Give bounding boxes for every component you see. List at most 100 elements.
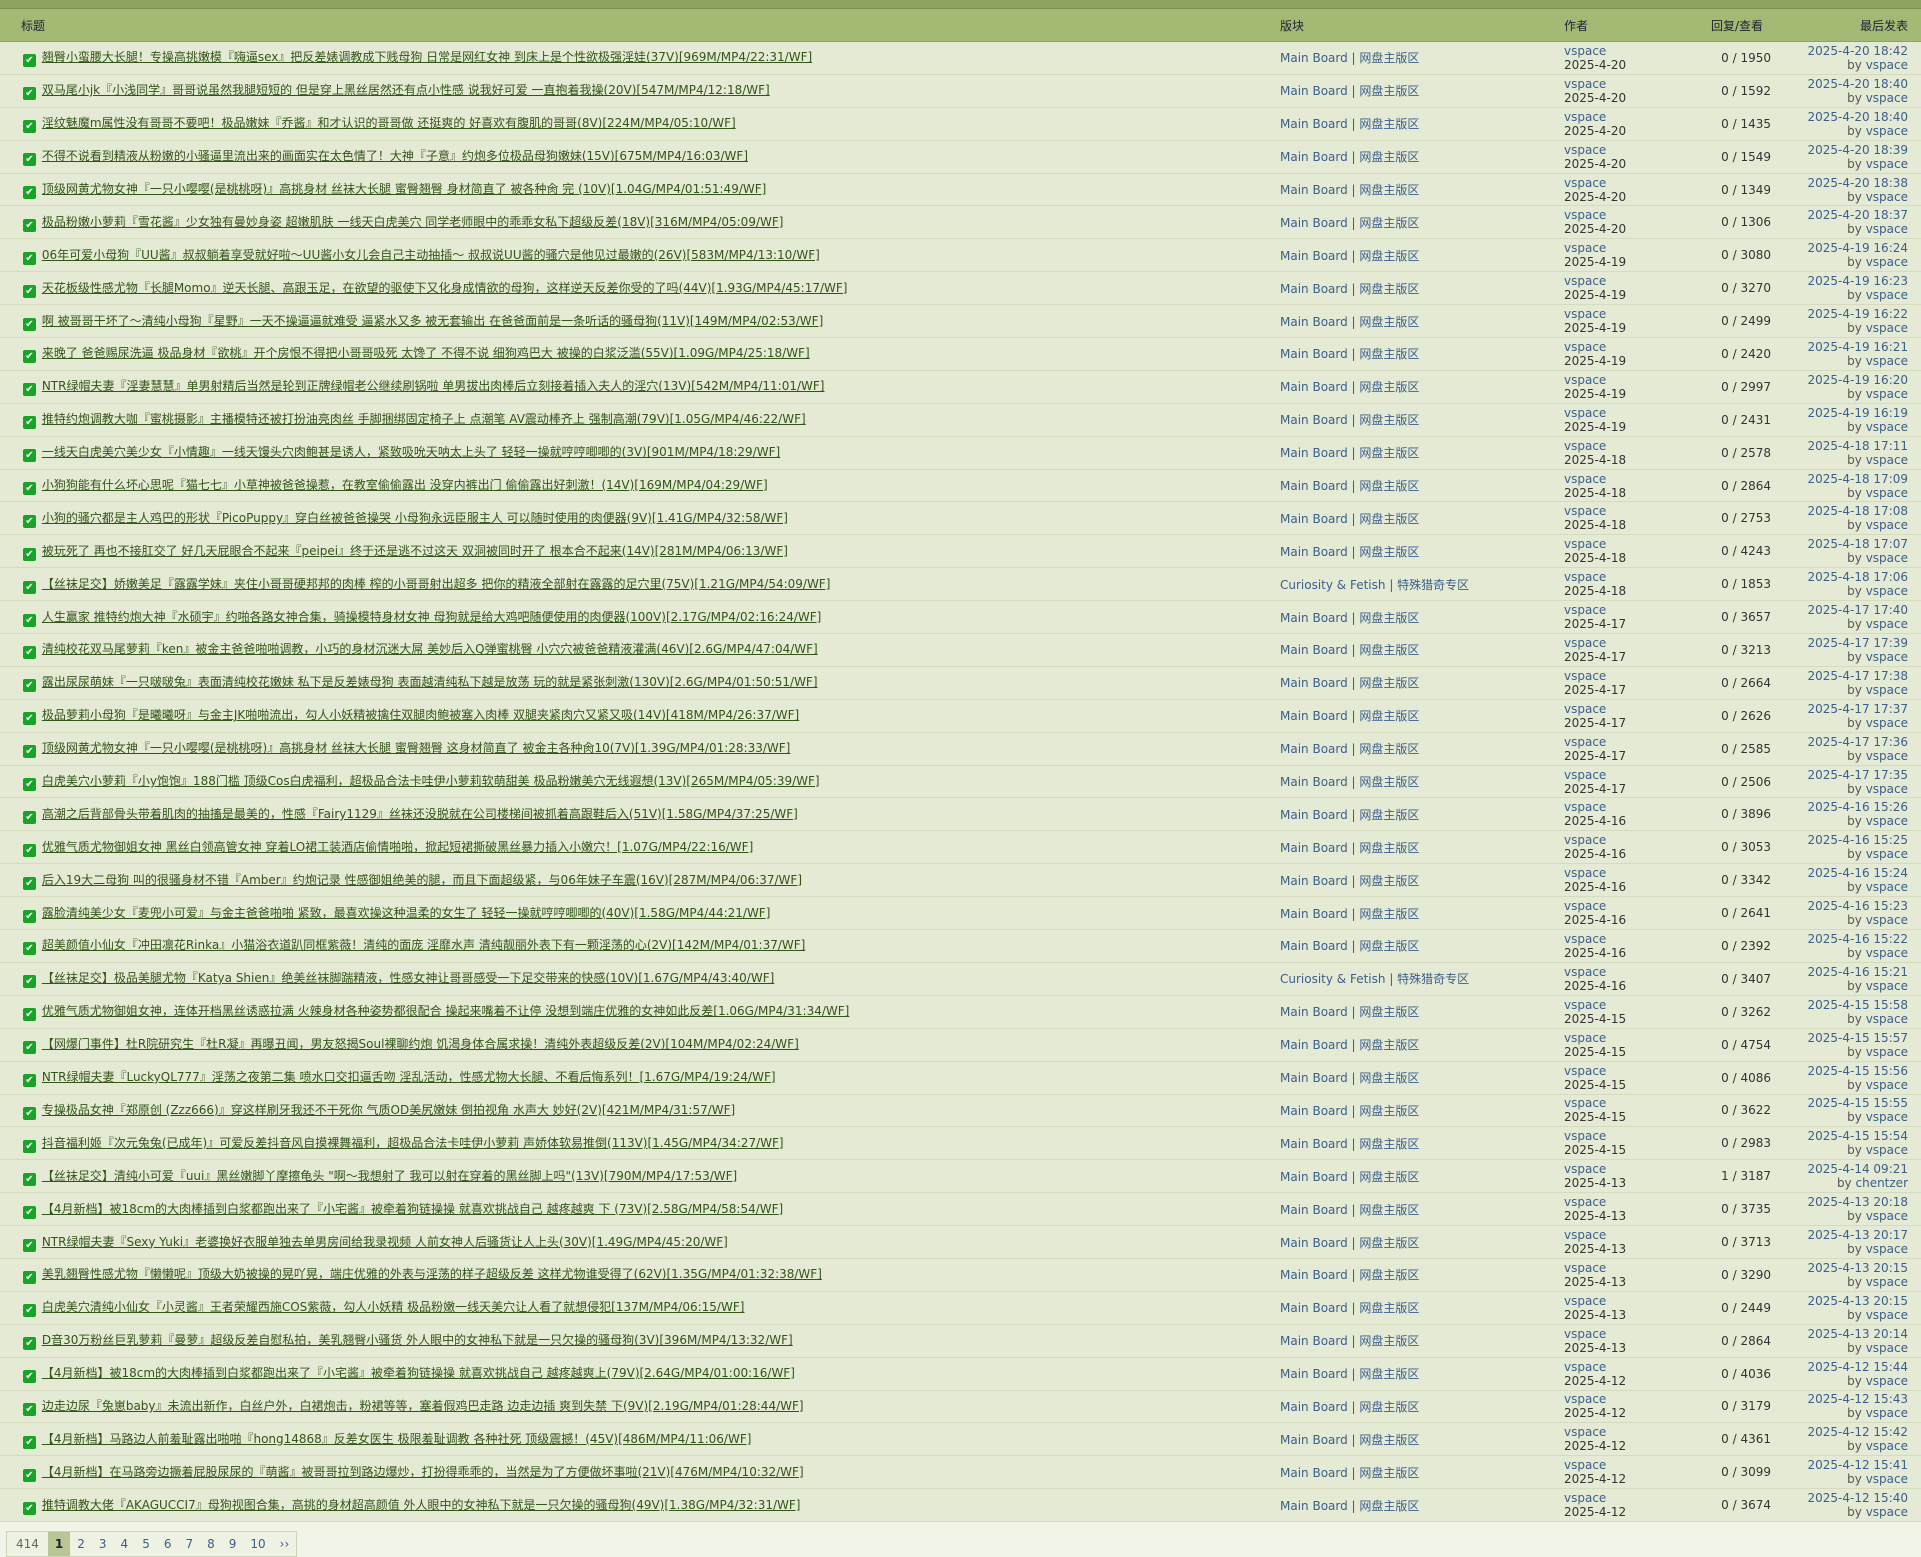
- last-post-time-link[interactable]: 2025-4-19 16:22: [1792, 307, 1909, 321]
- forum-link[interactable]: Main Board | 网盘主版区: [1277, 1455, 1562, 1490]
- author-link[interactable]: vspace: [1564, 110, 1682, 124]
- author-link[interactable]: vspace: [1564, 1162, 1682, 1176]
- last-post-user-link[interactable]: vspace: [1866, 782, 1908, 796]
- thread-title-link[interactable]: 【丝袜足交】娇嫩美足『露露学妹』夹住小哥哥硬邦邦的肉棒 榨的小哥哥射出超多 把你…: [42, 577, 831, 591]
- thread-title-link[interactable]: 专操极品女神『郑原创 (Zzz666)』穿这样刷牙我还不干死你 气质OD美尻嫩妹…: [42, 1103, 735, 1117]
- thread-title-link[interactable]: 【4月新档】被18cm的大肉棒插到白浆都跑出来了『小宅酱』被牵着狗链操操 就喜欢…: [42, 1366, 795, 1380]
- last-post-user-link[interactable]: vspace: [1866, 551, 1908, 565]
- forum-link[interactable]: Main Board | 网盘主版区: [1277, 107, 1562, 141]
- author-link[interactable]: vspace: [1564, 274, 1682, 288]
- last-post-user-link[interactable]: vspace: [1866, 354, 1908, 368]
- forum-link[interactable]: Main Board | 网盘主版区: [1277, 1324, 1562, 1358]
- thread-title-link[interactable]: 人生赢家 推特约炮大神『水硕宇』约啪各路女神合集，骑操模特身材女神 母狗就是给大…: [42, 610, 822, 624]
- last-post-user-link[interactable]: vspace: [1866, 1374, 1908, 1388]
- last-post-time-link[interactable]: 2025-4-16 15:23: [1792, 899, 1909, 913]
- forum-link[interactable]: Main Board | 网盘主版区: [1277, 1422, 1562, 1457]
- last-post-user-link[interactable]: vspace: [1866, 288, 1908, 302]
- thread-title-link[interactable]: 优雅气质尤物御姐女神，连体开档黑丝诱惑拉满 火辣身材各种姿势都很配合 操起来嘴着…: [42, 1004, 850, 1018]
- last-post-time-link[interactable]: 2025-4-15 15:54: [1792, 1129, 1909, 1143]
- thread-title-link[interactable]: 双马尾小jk『小浅同学』哥哥说虽然我腿短短的 但是穿上黑丝居然还有点小性感 说我…: [42, 83, 770, 97]
- forum-link[interactable]: Main Board | 网盘主版区: [1277, 403, 1562, 437]
- forum-link[interactable]: Main Board | 网盘主版区: [1277, 370, 1562, 404]
- last-post-time-link[interactable]: 2025-4-18 17:07: [1792, 537, 1909, 551]
- author-link[interactable]: vspace: [1564, 208, 1682, 222]
- author-link[interactable]: vspace: [1564, 176, 1682, 190]
- last-post-time-link[interactable]: 2025-4-12 15:42: [1792, 1425, 1909, 1439]
- last-post-time-link[interactable]: 2025-4-20 18:40: [1792, 77, 1909, 91]
- last-post-time-link[interactable]: 2025-4-13 20:15: [1792, 1261, 1909, 1275]
- author-link[interactable]: vspace: [1564, 669, 1682, 683]
- author-link[interactable]: vspace: [1564, 1064, 1682, 1078]
- author-link[interactable]: vspace: [1564, 866, 1682, 880]
- last-post-time-link[interactable]: 2025-4-13 20:14: [1792, 1327, 1909, 1341]
- forum-link[interactable]: Main Board | 网盘主版区: [1277, 501, 1562, 536]
- last-post-user-link[interactable]: vspace: [1866, 222, 1908, 236]
- last-post-user-link[interactable]: vspace: [1866, 1472, 1908, 1486]
- last-post-time-link[interactable]: 2025-4-13 20:18: [1792, 1195, 1909, 1209]
- last-post-time-link[interactable]: 2025-4-19 16:21: [1792, 340, 1909, 354]
- thread-title-link[interactable]: 推特调教大佬『AKAGUCCI7』母狗视图合集，高挑的身材超高颜值 外人眼中的女…: [42, 1498, 801, 1512]
- last-post-time-link[interactable]: 2025-4-16 15:24: [1792, 866, 1909, 880]
- forum-link[interactable]: Main Board | 网盘主版区: [1277, 1390, 1562, 1424]
- forum-link[interactable]: Main Board | 网盘主版区: [1277, 995, 1562, 1029]
- author-link[interactable]: vspace: [1564, 307, 1682, 321]
- last-post-user-link[interactable]: vspace: [1866, 486, 1908, 500]
- author-link[interactable]: vspace: [1564, 768, 1682, 782]
- last-post-time-link[interactable]: 2025-4-15 15:58: [1792, 998, 1909, 1012]
- last-post-time-link[interactable]: 2025-4-12 15:40: [1792, 1491, 1909, 1505]
- forum-link[interactable]: Main Board | 网盘主版区: [1277, 863, 1562, 898]
- last-post-user-link[interactable]: vspace: [1866, 453, 1908, 467]
- last-post-time-link[interactable]: 2025-4-20 18:38: [1792, 176, 1909, 190]
- last-post-time-link[interactable]: 2025-4-16 15:25: [1792, 833, 1909, 847]
- last-post-time-link[interactable]: 2025-4-18 17:11: [1792, 439, 1909, 453]
- last-post-time-link[interactable]: 2025-4-12 15:44: [1792, 1360, 1909, 1374]
- forum-link[interactable]: Main Board | 网盘主版区: [1277, 140, 1562, 174]
- last-post-time-link[interactable]: 2025-4-15 15:56: [1792, 1064, 1909, 1078]
- forum-link[interactable]: Main Board | 网盘主版区: [1277, 74, 1562, 108]
- thread-title-link[interactable]: 【4月新档】马路边人前羞耻露出啪啪『hong14868』反差女医生 极限羞耻调教…: [42, 1432, 752, 1446]
- forum-link[interactable]: Main Board | 网盘主版区: [1277, 797, 1562, 832]
- last-post-time-link[interactable]: 2025-4-19 16:19: [1792, 406, 1909, 420]
- thread-title-link[interactable]: 露脸清纯美少女『麦兜小可爱』与金主爸爸啪啪 紧致，最喜欢操这种温柔的女生了 轻轻…: [42, 906, 771, 920]
- last-post-time-link[interactable]: 2025-4-17 17:35: [1792, 768, 1909, 782]
- forum-link[interactable]: Main Board | 网盘主版区: [1277, 1028, 1562, 1062]
- author-link[interactable]: vspace: [1564, 1458, 1682, 1472]
- page-number-8[interactable]: 8: [200, 1532, 222, 1556]
- thread-title-link[interactable]: 超美颜值小仙女『冲田凛花Rinka』小猫浴衣道趴同框紫薇！清纯的面庞 淫靡水声 …: [42, 938, 806, 952]
- forum-link[interactable]: Main Board | 网盘主版区: [1277, 765, 1562, 799]
- thread-title-link[interactable]: 【丝袜足交】清纯小可爱『uui』黑丝嫩脚丫摩擦龟头 "啊～我想射了 我可以射在穿…: [42, 1169, 737, 1183]
- last-post-user-link[interactable]: vspace: [1866, 1505, 1908, 1519]
- last-post-time-link[interactable]: 2025-4-12 15:43: [1792, 1392, 1909, 1406]
- author-link[interactable]: vspace: [1564, 1392, 1682, 1406]
- thread-title-link[interactable]: 清纯校花双马尾萝莉『ken』被金主爸爸啪啪调教，小巧的身材沉迷大屌 美妙后入Q弹…: [42, 642, 818, 656]
- forum-link[interactable]: Main Board | 网盘主版区: [1277, 205, 1562, 240]
- last-post-time-link[interactable]: 2025-4-18 17:09: [1792, 472, 1909, 486]
- author-link[interactable]: vspace: [1564, 143, 1682, 157]
- last-post-user-link[interactable]: vspace: [1866, 650, 1908, 664]
- thread-title-link[interactable]: 顶级网黄尤物女神『一只小嘤嘤(是桃桃呀)』高挑身材 丝袜大长腿 蜜臀翘臀 身材简…: [42, 182, 767, 196]
- author-link[interactable]: vspace: [1564, 241, 1682, 255]
- thread-title-link[interactable]: 06年可爱小母狗『UU酱』叔叔躺着享受就好啦～UU酱小女儿会自己主动抽插～ 叔叔…: [42, 248, 820, 262]
- last-post-time-link[interactable]: 2025-4-13 20:15: [1792, 1294, 1909, 1308]
- forum-link[interactable]: Main Board | 网盘主版区: [1277, 1126, 1562, 1161]
- last-post-time-link[interactable]: 2025-4-17 17:36: [1792, 735, 1909, 749]
- author-link[interactable]: vspace: [1564, 833, 1682, 847]
- thread-title-link[interactable]: 极品萝莉小母狗『是曦曦呀』与金主JK啪啪流出，勾人小妖精被擒住双腿肉鲍被塞入肉棒…: [42, 708, 799, 722]
- last-post-user-link[interactable]: vspace: [1866, 190, 1908, 204]
- forum-link[interactable]: Main Board | 网盘主版区: [1277, 699, 1562, 733]
- forum-link[interactable]: Main Board | 网盘主版区: [1277, 830, 1562, 865]
- author-link[interactable]: vspace: [1564, 77, 1682, 91]
- last-post-time-link[interactable]: 2025-4-17 17:40: [1792, 603, 1909, 617]
- last-post-time-link[interactable]: 2025-4-19 16:24: [1792, 241, 1909, 255]
- forum-link[interactable]: Main Board | 网盘主版区: [1277, 436, 1562, 470]
- forum-link[interactable]: Main Board | 网盘主版区: [1277, 469, 1562, 503]
- last-post-time-link[interactable]: 2025-4-20 18:40: [1792, 110, 1909, 124]
- last-post-time-link[interactable]: 2025-4-15 15:57: [1792, 1031, 1909, 1045]
- last-post-user-link[interactable]: vspace: [1866, 584, 1908, 598]
- page-number-10[interactable]: 10: [243, 1532, 272, 1556]
- forum-link[interactable]: Main Board | 网盘主版区: [1277, 1159, 1562, 1194]
- last-post-time-link[interactable]: 2025-4-16 15:21: [1792, 965, 1909, 979]
- thread-title-link[interactable]: 推特约炮调教大咖『蜜桃摄影』主播模特还被打扮油亮肉丝 手脚捆绑固定椅子上 点潮笔…: [42, 412, 806, 426]
- last-post-user-link[interactable]: vspace: [1866, 749, 1908, 763]
- author-link[interactable]: vspace: [1564, 1261, 1682, 1275]
